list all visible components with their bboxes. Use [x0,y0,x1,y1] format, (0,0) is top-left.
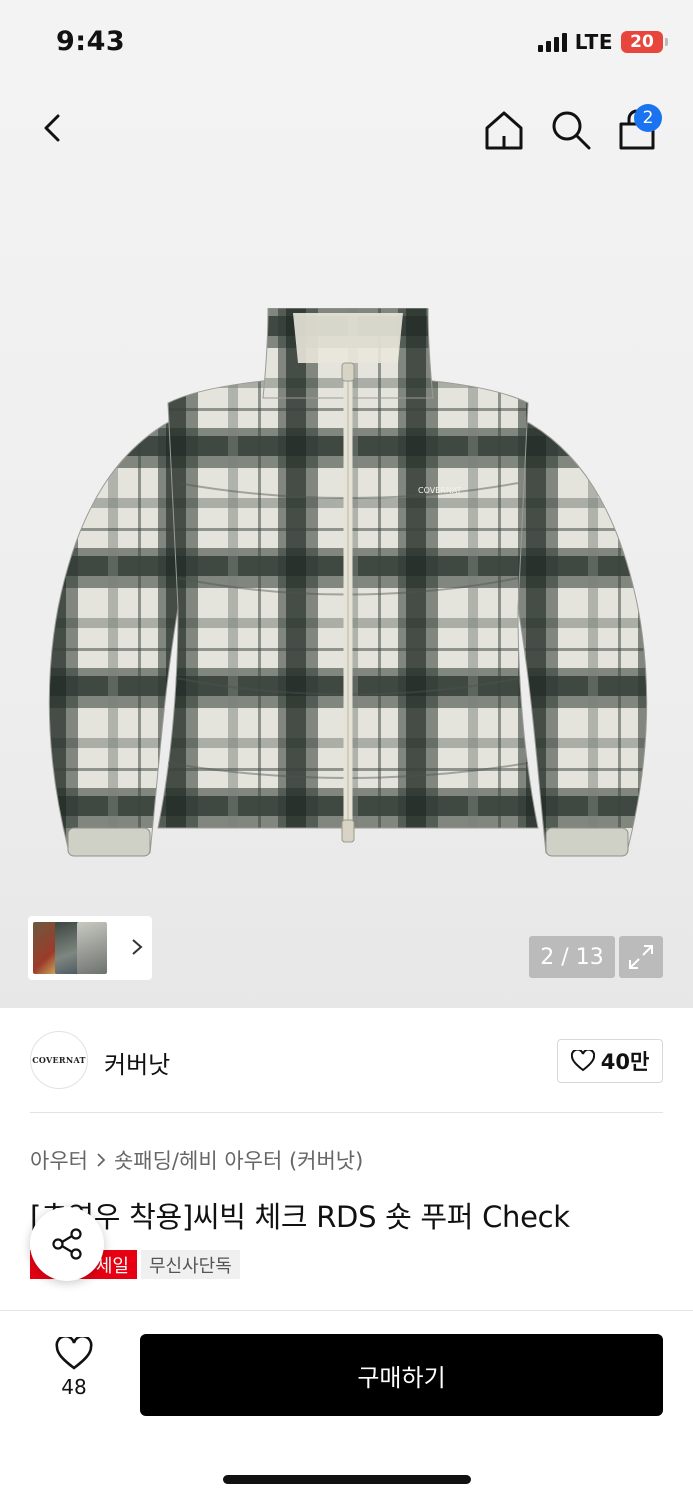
status-bar: 9:43 LTE 20 [0,0,693,80]
brand-logo[interactable]: COVERNAT [30,1031,88,1089]
heart-icon [55,1337,93,1370]
chevron-left-icon[interactable] [34,108,74,148]
share-icon [52,1228,82,1260]
battery-icon: 20 [621,31,668,53]
expand-button[interactable] [619,936,663,978]
expand-icon [629,945,653,969]
breadcrumb-subcategory[interactable]: 숏패딩/헤비 아우터 (커버낫) [114,1145,363,1175]
thumbnail-strip[interactable] [28,916,152,980]
product-gallery[interactable]: 2 COVERNAT 2 / 13 [0,80,693,1008]
brand-row[interactable]: COVERNAT 커버낫 40만 [0,1008,693,1112]
breadcrumb-category[interactable]: 아우터 [30,1145,88,1175]
home-indicator[interactable] [223,1475,471,1484]
wishlist-count: 48 [61,1375,87,1399]
home-icon[interactable] [482,108,526,152]
chevron-right-icon[interactable] [130,936,144,958]
product-image[interactable]: COVERNAT [38,308,658,878]
share-button[interactable] [30,1207,104,1281]
signal-icon [537,32,567,52]
status-indicators: LTE 20 [537,30,668,54]
thumbnail-3[interactable] [77,922,107,974]
image-counter: 2 / 13 [529,936,615,978]
divider [30,1112,663,1113]
chevron-right-icon [97,1153,106,1167]
status-time: 9:43 [56,26,126,57]
jacket-brand-print: COVERNAT [418,486,462,495]
exclusive-tag: 무신사단독 [141,1250,240,1279]
breadcrumb: 아우터 숏패딩/헤비 아우터 (커버낫) [30,1145,363,1175]
buy-button[interactable]: 구매하기 [140,1334,663,1416]
cart-count-badge: 2 [634,104,662,132]
brand-like-count: 40만 [600,1050,650,1074]
brand-name[interactable]: 커버낫 [104,1045,170,1080]
heart-icon [570,1050,595,1072]
network-label: LTE [574,30,613,54]
brand-like-button[interactable]: 40만 [557,1039,663,1083]
wishlist-button[interactable]: 48 [44,1337,104,1399]
bottom-action-bar: 48 구매하기 [0,1310,693,1500]
battery-level: 20 [630,32,654,52]
product-title: [추영우 착용]씨빅 체크 RDS 숏 푸퍼 Check [30,1200,570,1234]
search-icon[interactable] [549,108,593,152]
